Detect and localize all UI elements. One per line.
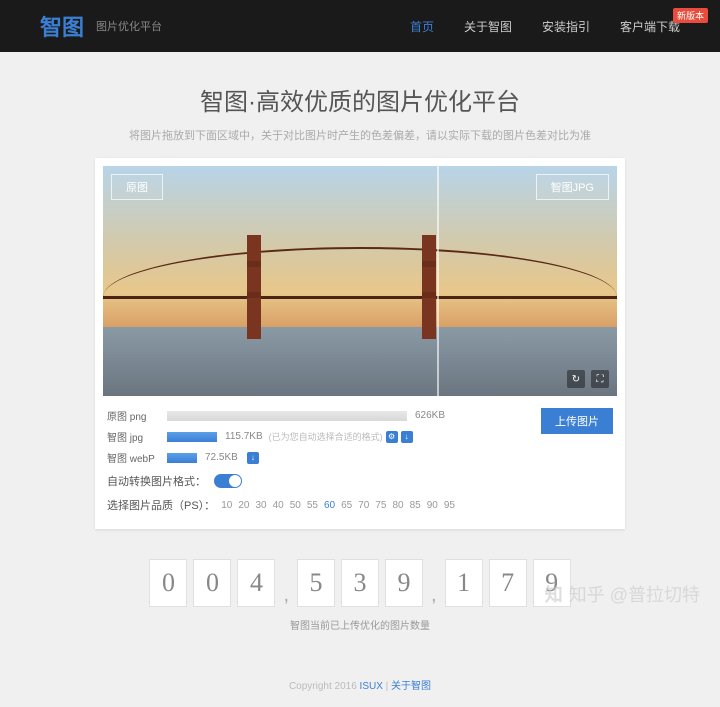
counter-comma: , — [429, 584, 439, 607]
counter-caption: 智图当前已上传优化的图片数量 — [0, 617, 720, 632]
nav-install[interactable]: 安装指引 — [542, 18, 590, 35]
main-panel: 原图 智图JPG ↻ ⛶ 上传图片 原图 png 626KB 智图 jpg 11… — [95, 158, 625, 529]
footer-link-isux[interactable]: ISUX — [360, 681, 383, 692]
counter-comma: , — [281, 584, 291, 607]
optimized-tag: 智图JPG — [536, 174, 609, 200]
quality-option[interactable]: 90 — [424, 500, 441, 511]
quality-option[interactable]: 20 — [235, 500, 252, 511]
counter-digit: 1 — [445, 559, 483, 607]
zhihu-icon: 知 — [545, 581, 563, 607]
footer-link-about[interactable]: 关于智图 — [391, 681, 431, 692]
quality-option[interactable]: 80 — [389, 500, 406, 511]
logo[interactable]: 智图 — [40, 10, 84, 42]
quality-option[interactable]: 60 — [321, 500, 338, 511]
quality-option[interactable]: 85 — [407, 500, 424, 511]
row-label: 智图 webP — [107, 450, 167, 465]
quality-option[interactable]: 55 — [304, 500, 321, 511]
file-size: 72.5KB — [205, 452, 238, 463]
auto-convert-toggle[interactable] — [214, 474, 242, 488]
counter-digit: 7 — [489, 559, 527, 607]
counter-digit: 0 — [193, 559, 231, 607]
quality-option[interactable]: 30 — [252, 500, 269, 511]
main-nav: 首页 关于智图 安装指引 客户端下载新版本 — [410, 18, 680, 35]
refresh-icon[interactable]: ↻ — [567, 370, 585, 388]
row-label: 智图 jpg — [107, 429, 167, 444]
download-icon[interactable]: ↓ — [401, 431, 413, 443]
stats-section: 上传图片 原图 png 626KB 智图 jpg 115.7KB (已为您自动选… — [103, 396, 617, 521]
quality-label: 选择图片品质（PS）： — [107, 497, 215, 513]
compare-slider[interactable] — [437, 166, 439, 396]
image-compare[interactable]: 原图 智图JPG ↻ ⛶ — [103, 166, 617, 396]
logo-subtitle: 图片优化平台 — [96, 18, 162, 34]
settings-icon[interactable]: ⚙ — [386, 431, 398, 443]
new-badge: 新版本 — [673, 8, 708, 23]
size-bar — [167, 432, 217, 442]
quality-selector: 选择图片品质（PS）： 1020304050556065707580859095 — [107, 497, 613, 513]
format-note: (已为您自动选择合适的格式) — [269, 430, 383, 443]
nav-home[interactable]: 首页 — [410, 18, 434, 35]
quality-option[interactable]: 75 — [372, 500, 389, 511]
size-bar — [167, 453, 197, 463]
counter-digit: 4 — [237, 559, 275, 607]
file-size: 626KB — [415, 410, 445, 421]
quality-option[interactable]: 70 — [355, 500, 372, 511]
counter-digit: 9 — [385, 559, 423, 607]
nav-download[interactable]: 客户端下载新版本 — [620, 18, 680, 35]
upload-button[interactable]: 上传图片 — [541, 408, 613, 434]
auto-convert-label: 自动转换图片格式： — [107, 473, 206, 489]
original-tag: 原图 — [111, 174, 163, 200]
watermark: 知 知乎 @普拉切特 — [545, 581, 700, 607]
row-label: 原图 png — [107, 408, 167, 423]
quality-option[interactable]: 50 — [287, 500, 304, 511]
download-icon[interactable]: ↓ — [247, 452, 259, 464]
size-bar — [167, 411, 407, 421]
counter-digit: 5 — [297, 559, 335, 607]
quality-option[interactable]: 40 — [270, 500, 287, 511]
quality-option[interactable]: 10 — [218, 500, 235, 511]
file-size: 115.7KB — [225, 431, 263, 442]
quality-option[interactable]: 65 — [338, 500, 355, 511]
footer: Copyright 2016 ISUX | 关于智图 — [0, 662, 720, 707]
nav-about[interactable]: 关于智图 — [464, 18, 512, 35]
counter-digit: 0 — [149, 559, 187, 607]
counter-digit: 3 — [341, 559, 379, 607]
hero-title: 智图·高效优质的图片优化平台 — [0, 82, 720, 117]
expand-icon[interactable]: ⛶ — [591, 370, 609, 388]
quality-option[interactable]: 95 — [441, 500, 458, 511]
hero-subtitle: 将图片拖放到下面区域中，关于对比图片时产生的色差偏差，请以实际下载的图片色差对比… — [0, 127, 720, 143]
